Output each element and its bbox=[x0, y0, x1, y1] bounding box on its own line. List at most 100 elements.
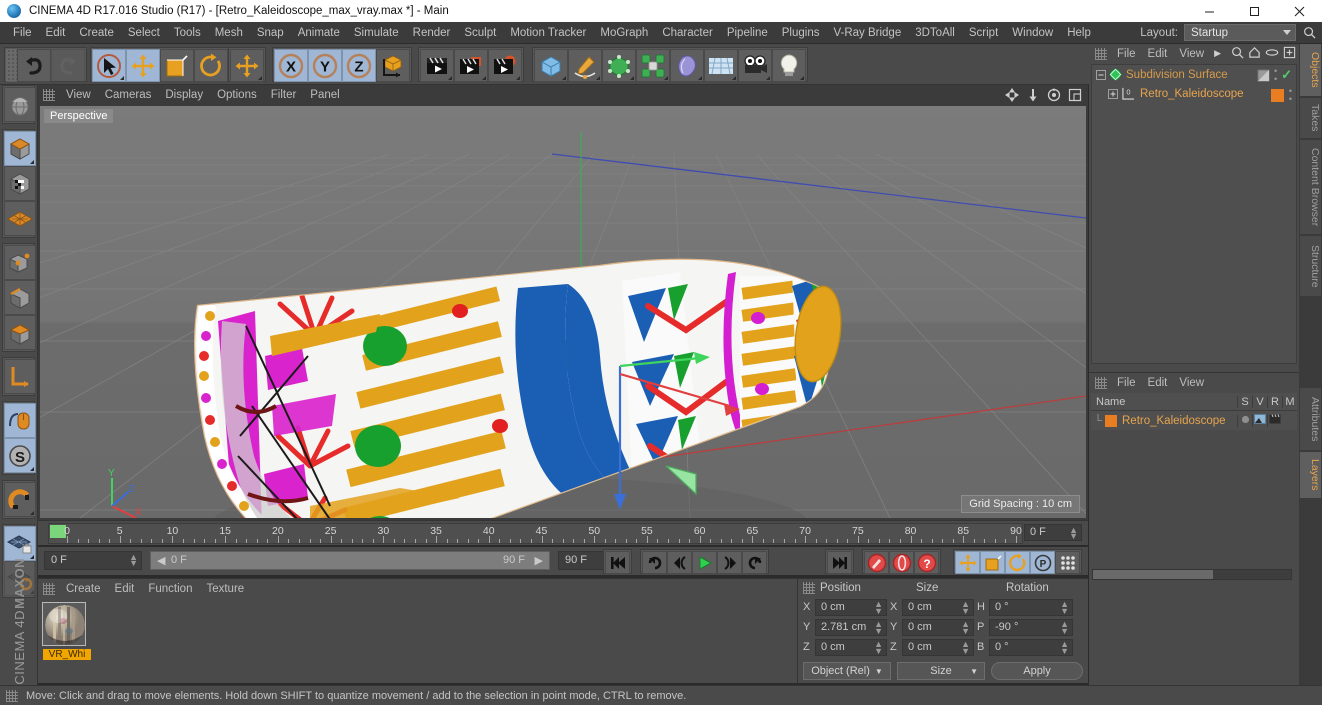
tab-objects[interactable]: Objects bbox=[1300, 44, 1321, 96]
search-icon[interactable] bbox=[1303, 26, 1316, 39]
rotation-p-input[interactable]: -90 ° ▲ ▼ bbox=[989, 618, 1073, 636]
close-button[interactable] bbox=[1277, 0, 1322, 22]
coordinate-system-dropdown[interactable]: Object (Rel) ▼ bbox=[803, 662, 891, 680]
material-tag-icon[interactable] bbox=[1270, 88, 1284, 102]
lock-x-axis[interactable]: X bbox=[274, 49, 308, 82]
viewport-canvas[interactable]: Y X Z bbox=[40, 106, 1086, 518]
link-icon[interactable] bbox=[1265, 46, 1279, 59]
tab-takes[interactable]: Takes bbox=[1300, 98, 1321, 138]
array-modeling-button[interactable] bbox=[636, 49, 670, 82]
point-mode-button[interactable] bbox=[4, 245, 36, 280]
workplane-mode-button[interactable] bbox=[4, 201, 36, 236]
menu-item-select[interactable]: Select bbox=[121, 25, 167, 41]
polygon-mode-button[interactable] bbox=[4, 315, 36, 350]
undo-button[interactable] bbox=[17, 49, 51, 82]
add-cube-button[interactable] bbox=[534, 49, 568, 82]
record-scale-button[interactable] bbox=[980, 551, 1005, 574]
visibility-dots-icon[interactable]: • • bbox=[1274, 67, 1277, 84]
attributes-menu-edit[interactable]: Edit bbox=[1142, 376, 1174, 390]
panel-grip-icon[interactable] bbox=[1095, 376, 1107, 389]
go-to-start-button[interactable] bbox=[605, 551, 630, 574]
spinner-icon[interactable]: ▲▼ bbox=[874, 619, 883, 635]
autokeying-button[interactable] bbox=[889, 551, 914, 574]
add-camera-button[interactable] bbox=[738, 49, 772, 82]
object-menu-edit[interactable]: Edit bbox=[1142, 47, 1174, 61]
deformer-button[interactable] bbox=[670, 49, 704, 82]
material-menu-function[interactable]: Function bbox=[141, 582, 199, 596]
pan-icon[interactable] bbox=[1005, 88, 1019, 102]
scrub-right-arrow-icon[interactable]: ▶ bbox=[535, 554, 543, 567]
spinner-icon[interactable]: ▲▼ bbox=[1060, 639, 1069, 655]
attributes-menu-view[interactable]: View bbox=[1173, 376, 1210, 390]
add-spline-button[interactable] bbox=[568, 49, 602, 82]
material-list[interactable]: VR_Whi bbox=[38, 598, 797, 683]
menu-item-script[interactable]: Script bbox=[962, 25, 1005, 41]
material-menu-create[interactable]: Create bbox=[59, 582, 108, 596]
menu-item-3dtoall[interactable]: 3DToAll bbox=[908, 25, 962, 41]
maximize-button[interactable] bbox=[1232, 0, 1277, 22]
position-y-input[interactable]: 2.781 cm ▲ ▼ bbox=[815, 618, 887, 636]
object-tree[interactable]: Subdivision Surface • • ✓ 0 Retro_Kaleid… bbox=[1091, 64, 1297, 364]
axis-mode-button[interactable] bbox=[4, 359, 36, 394]
current-frame-input[interactable]: 0 F ▲ ▼ bbox=[44, 551, 142, 570]
position-z-input[interactable]: 0 cm ▲ ▼ bbox=[815, 638, 887, 656]
tab-content-browser[interactable]: Content Browser bbox=[1300, 140, 1321, 234]
menu-item-mograph[interactable]: MoGraph bbox=[593, 25, 655, 41]
move-axis-tool[interactable] bbox=[230, 49, 264, 82]
chevron-right-icon[interactable]: ▶ bbox=[1214, 48, 1221, 59]
home-icon[interactable] bbox=[1248, 46, 1261, 59]
dolly-icon[interactable] bbox=[1026, 88, 1040, 102]
new-layer-icon[interactable] bbox=[1283, 46, 1296, 59]
scale-tool[interactable] bbox=[160, 49, 194, 82]
apply-button[interactable]: Apply bbox=[991, 662, 1083, 680]
orbit-icon[interactable] bbox=[1047, 88, 1061, 102]
panel-grip-icon[interactable] bbox=[6, 689, 18, 702]
render-settings-button[interactable] bbox=[488, 49, 522, 82]
viewport-menu-view[interactable]: View bbox=[59, 88, 98, 102]
record-position-button[interactable] bbox=[955, 551, 980, 574]
enabled-check-icon[interactable]: ✓ bbox=[1281, 67, 1292, 83]
play-button[interactable] bbox=[692, 551, 717, 574]
material-menu-texture[interactable]: Texture bbox=[199, 582, 251, 596]
render-view-button[interactable] bbox=[420, 49, 454, 82]
record-pla-button[interactable] bbox=[1055, 551, 1080, 574]
object-menu-file[interactable]: File bbox=[1111, 47, 1142, 61]
menu-item-tools[interactable]: Tools bbox=[167, 25, 208, 41]
material-item[interactable]: VR_Whi bbox=[42, 602, 91, 660]
tab-layers[interactable]: Layers bbox=[1300, 452, 1321, 498]
toolbar-grip[interactable] bbox=[6, 49, 17, 82]
tab-structure[interactable]: Structure bbox=[1300, 236, 1321, 296]
spinner-icon[interactable]: ▲▼ bbox=[129, 553, 138, 568]
visibility-dots-icon[interactable]: • • bbox=[1289, 87, 1292, 104]
lock-z-axis[interactable]: Z bbox=[342, 49, 376, 82]
add-light-button[interactable] bbox=[772, 49, 806, 82]
search-icon[interactable] bbox=[1231, 46, 1244, 59]
keyframe-selection-button[interactable]: ? bbox=[914, 551, 939, 574]
rotate-tool[interactable] bbox=[194, 49, 228, 82]
layer-render-toggle[interactable] bbox=[1267, 414, 1282, 427]
texture-mode-button[interactable] bbox=[4, 166, 36, 201]
expand-toggle-icon[interactable] bbox=[1096, 69, 1106, 80]
object-row-subdivision-surface[interactable]: Subdivision Surface • • ✓ bbox=[1092, 65, 1296, 84]
previous-frame-button[interactable] bbox=[667, 551, 692, 574]
panel-grip-icon[interactable] bbox=[43, 89, 55, 101]
menu-item-vray-bridge[interactable]: V-Ray Bridge bbox=[826, 25, 908, 41]
size-z-input[interactable]: 0 cm ▲ ▼ bbox=[902, 638, 974, 656]
panel-grip-icon[interactable] bbox=[803, 582, 815, 594]
previous-keyframe-button[interactable] bbox=[642, 551, 667, 574]
menu-item-edit[interactable]: Edit bbox=[39, 25, 73, 41]
size-x-input[interactable]: 0 cm ▲ ▼ bbox=[902, 598, 974, 616]
menu-item-pipeline[interactable]: Pipeline bbox=[720, 25, 775, 41]
expand-toggle-icon[interactable] bbox=[1108, 88, 1118, 99]
size-mode-dropdown[interactable]: Size ▼ bbox=[897, 662, 985, 680]
nurbs-generator-button[interactable] bbox=[602, 49, 636, 82]
menu-item-motion-tracker[interactable]: Motion Tracker bbox=[503, 25, 593, 41]
record-rotation-button[interactable] bbox=[1005, 551, 1030, 574]
layer-solo-toggle[interactable] bbox=[1237, 414, 1252, 427]
menu-item-window[interactable]: Window bbox=[1005, 25, 1060, 41]
menu-item-render[interactable]: Render bbox=[406, 25, 458, 41]
menu-item-mesh[interactable]: Mesh bbox=[208, 25, 250, 41]
go-to-end-button[interactable] bbox=[827, 551, 852, 574]
live-selection-tool[interactable] bbox=[92, 49, 126, 82]
spinner-icon[interactable]: ▲▼ bbox=[874, 639, 883, 655]
